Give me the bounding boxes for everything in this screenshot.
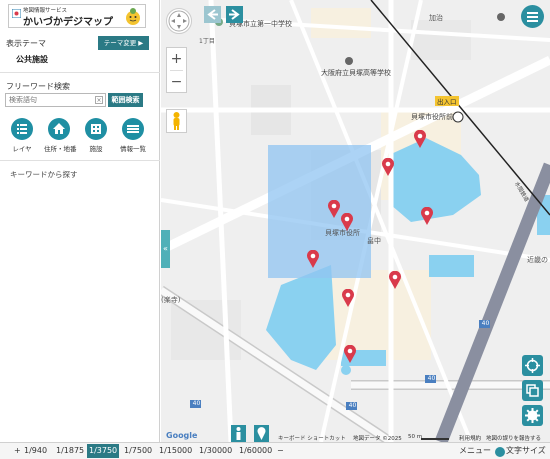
text-size-icon (495, 447, 505, 457)
zoom-out-button[interactable]: − (167, 71, 186, 93)
scale-bar (421, 438, 449, 440)
route-tool-button[interactable] (231, 425, 246, 442)
divider (0, 72, 160, 73)
facility-pin-icon[interactable] (327, 200, 341, 219)
crosshair-icon (525, 358, 540, 373)
home-icon (48, 118, 70, 140)
map-label-chome: 1丁目 (199, 38, 215, 45)
menu-icon (527, 12, 538, 22)
menu-button[interactable]: メニュー (459, 444, 491, 458)
tool-facility[interactable]: 施設 (81, 118, 111, 153)
search-clear-button[interactable]: × (95, 96, 103, 104)
mascot-icon (126, 8, 140, 25)
hamburger-menu-button[interactable] (521, 5, 544, 28)
tool-info-list[interactable]: 情報一覧 (118, 118, 148, 153)
tool-layer[interactable]: レイヤ (7, 118, 37, 153)
facility-pin-icon[interactable] (341, 289, 355, 308)
copy-icon (526, 384, 539, 397)
arrow-left-icon (207, 9, 218, 20)
compass-control[interactable] (166, 8, 192, 34)
map-label-kaji: 加治 (429, 14, 443, 22)
street-view-pegman[interactable] (166, 109, 187, 133)
facility-pin-icon[interactable] (340, 213, 354, 232)
tool-address[interactable]: 住所・地番 (44, 118, 77, 153)
scale-option[interactable]: 1/7500 (122, 444, 154, 458)
theme-value: 公共施設 (16, 55, 48, 64)
gear-icon (525, 408, 540, 423)
scale-option[interactable]: 1/15000 (157, 444, 194, 458)
pegman-icon (173, 112, 180, 130)
facility-pin-icon[interactable] (381, 158, 395, 177)
keyword-hint: キーワードから探す (10, 170, 78, 179)
logo-title: かいづかデジマップ (23, 17, 113, 28)
map-label-school2: 大阪府立貝塚高等学校 (321, 69, 391, 77)
map-label-naka: 畠中 (367, 237, 381, 245)
station-exit-label: 出入口 (435, 96, 459, 106)
app-logo[interactable]: 地図情報サービス かいづかデジマップ (8, 4, 146, 28)
map-canvas[interactable] (161, 0, 550, 442)
facility-pin-icon[interactable] (343, 345, 357, 364)
google-logo: Google (166, 431, 198, 440)
search-input[interactable] (5, 93, 106, 107)
scale-option[interactable]: 1/60000 (237, 444, 274, 458)
route-number: 40 (192, 400, 201, 407)
scale-text: 50 m (408, 434, 423, 440)
search-label: フリーワード検索 (6, 82, 70, 91)
current-location-button[interactable] (522, 355, 543, 376)
map-label-rakuji: (楽寺) (161, 296, 181, 304)
terms-link[interactable]: 利用規約 (459, 434, 481, 442)
scale-option[interactable]: 1/940 (22, 444, 49, 458)
list-icon (11, 118, 33, 140)
scale-option[interactable]: 1/1875 (54, 444, 86, 458)
theme-change-button[interactable]: テーマ変更 ▶ (98, 36, 149, 50)
settings-button[interactable] (522, 405, 543, 426)
compass-icon (168, 10, 190, 32)
map-data-credit: 地図データ ©2025 (353, 436, 402, 442)
layer-toggle-button[interactable] (522, 380, 543, 401)
tool-label: 住所・地番 (44, 145, 77, 153)
tool-label: 情報一覧 (120, 145, 146, 153)
pin-tool-button[interactable] (254, 425, 269, 442)
city-emblem-icon (12, 9, 21, 18)
scale-option-active[interactable]: 1/3750 (87, 444, 120, 458)
range-search-button[interactable]: 範囲検索 (108, 93, 143, 107)
sidebar-collapse-button[interactable]: « (161, 230, 170, 268)
back-button[interactable] (204, 6, 221, 23)
location-pin-icon (257, 427, 266, 440)
keyboard-shortcut-link[interactable]: キーボード ショートカット (278, 434, 346, 442)
tool-label: レイヤ (12, 145, 32, 153)
forward-button[interactable] (226, 6, 243, 23)
pedestrian-icon (236, 427, 241, 440)
table-icon (122, 118, 144, 140)
scale-option[interactable]: 1/30000 (197, 444, 234, 458)
facility-pin-icon[interactable] (413, 130, 427, 149)
route-number: 40 (427, 375, 436, 382)
scale-decrease-button[interactable]: − (275, 444, 286, 458)
tool-label: 施設 (89, 145, 103, 153)
sidebar: 地図情報サービス かいづかデジマップ 表示テーマ テーマ変更 ▶ 公共施設 フリ… (0, 0, 160, 442)
map-label-kinki: 近畿の (527, 256, 548, 264)
report-error-link[interactable]: 地図の誤りを報告する (486, 434, 541, 442)
route-number: 40 (481, 320, 490, 327)
map-view[interactable]: 貝塚市立第一中学校 大阪府立貝塚高等学校 出入口 貝塚市役所前 加治 1丁目 貝… (161, 0, 550, 442)
facility-pin-icon[interactable] (420, 207, 434, 226)
facility-pin-icon[interactable] (388, 271, 402, 290)
building-icon (85, 118, 107, 140)
text-size-button[interactable]: 文字サイズ (506, 444, 546, 458)
map-label-station: 貝塚市役所前 (411, 113, 453, 121)
scale-bar-toolbar: + 1/940 1/1875 1/3750 1/7500 1/15000 1/3… (0, 442, 550, 459)
route-number: 40 (348, 402, 357, 409)
theme-label: 表示テーマ (6, 39, 46, 48)
zoom-control: + − (166, 47, 187, 93)
divider (0, 160, 160, 161)
facility-pin-icon[interactable] (306, 250, 320, 269)
zoom-in-button[interactable]: + (167, 48, 186, 70)
arrow-right-icon (229, 9, 240, 20)
